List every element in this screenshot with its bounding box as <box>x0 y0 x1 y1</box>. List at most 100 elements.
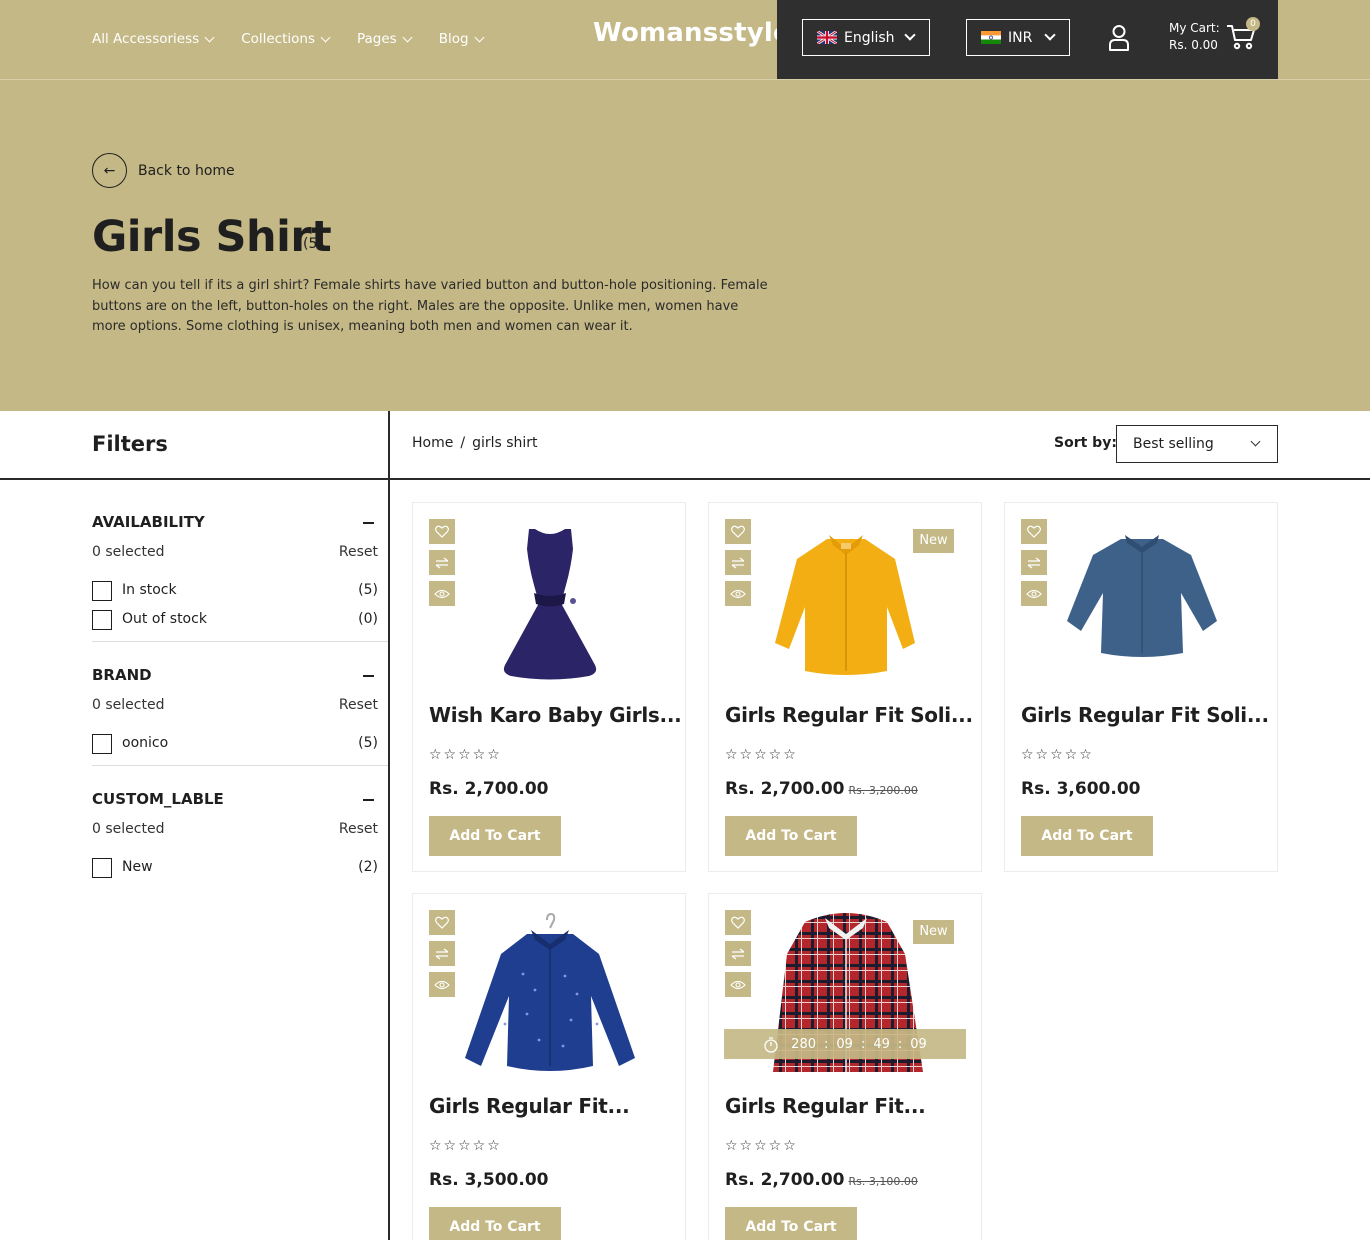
cart-label: My Cart: <box>1169 21 1220 35</box>
filter-reset-link[interactable]: Reset <box>339 821 378 837</box>
filter-option-new[interactable]: New (2) <box>92 858 378 878</box>
breadcrumb-home[interactable]: Home <box>412 435 453 451</box>
product-name[interactable]: Girls Regular Fit Soli... <box>725 703 973 727</box>
collapse-minus-icon[interactable] <box>363 675 374 677</box>
collapse-minus-icon[interactable] <box>363 799 374 801</box>
filter-group-availability: AVAILABILITY 0 selected Reset In stock (… <box>92 513 378 633</box>
checkbox[interactable] <box>92 858 112 878</box>
currency-label: INR <box>1008 29 1033 46</box>
eye-icon <box>730 589 746 598</box>
star-rating: ☆☆☆☆☆ <box>1021 747 1094 763</box>
compare-button[interactable] <box>429 941 455 966</box>
star-rating: ☆☆☆☆☆ <box>725 1138 798 1154</box>
collection-count: (5) <box>303 236 323 252</box>
countdown-separator: : <box>824 1036 829 1052</box>
nav-label: Blog <box>438 31 469 47</box>
star-rating: ☆☆☆☆☆ <box>429 747 502 763</box>
filter-selected-count: 0 selected <box>92 544 165 560</box>
checkbox[interactable] <box>92 734 112 754</box>
wishlist-button[interactable] <box>429 910 455 935</box>
nav-item-blog[interactable]: Blog <box>438 31 485 47</box>
product-card[interactable]: New 280:09:49:09 Girls Regular Fit... ☆☆… <box>708 893 982 1240</box>
countdown-seconds: 09 <box>910 1036 927 1052</box>
breadcrumb: Home / girls shirt <box>412 435 538 451</box>
chevron-down-icon <box>402 32 413 42</box>
product-card[interactable]: Girls Regular Fit Soli... ☆☆☆☆☆ Rs. 3,60… <box>1004 502 1278 872</box>
user-icon[interactable] <box>1107 24 1131 52</box>
filter-reset-link[interactable]: Reset <box>339 544 378 560</box>
product-card[interactable]: New Girls Regular Fit Soli... ☆☆☆☆☆ Rs. … <box>708 502 982 872</box>
add-to-cart-button[interactable]: Add To Cart <box>429 816 561 856</box>
current-price: Rs. 2,700.00 <box>429 779 549 799</box>
countdown-separator: : <box>860 1036 866 1052</box>
wishlist-button[interactable] <box>429 519 455 544</box>
currency-selector[interactable]: INR <box>966 19 1070 56</box>
back-to-home-link[interactable]: ← Back to home <box>92 153 235 188</box>
cart-count-badge: 0 <box>1246 17 1260 31</box>
nav-item-accessories[interactable]: All Accessoriess <box>92 31 215 47</box>
product-card[interactable]: Girls Regular Fit... ☆☆☆☆☆ Rs. 3,500.00 … <box>412 893 686 1240</box>
quickview-button[interactable] <box>429 581 455 606</box>
compare-button[interactable] <box>725 550 751 575</box>
product-name[interactable]: Girls Regular Fit... <box>429 1094 630 1118</box>
sidebar-divider <box>388 411 390 1240</box>
filter-option-count: (5) <box>358 735 378 751</box>
nav-label: All Accessoriess <box>92 31 200 47</box>
chevron-down-icon <box>204 32 215 42</box>
filter-group-title: BRAND <box>92 666 152 684</box>
wishlist-button[interactable] <box>725 519 751 544</box>
checkbox[interactable] <box>92 581 112 601</box>
eye-icon <box>434 980 450 989</box>
filter-group-custom-lable: CUSTOM_LABLE 0 selected Reset New (2) <box>92 790 378 880</box>
sort-value: Best selling <box>1133 436 1214 452</box>
current-price: Rs. 2,700.00 <box>725 1170 845 1190</box>
wishlist-button[interactable] <box>1021 519 1047 544</box>
filter-option-oonico[interactable]: oonico (5) <box>92 734 378 754</box>
product-price: Rs. 3,500.00 <box>429 1170 548 1190</box>
product-name[interactable]: Girls Regular Fit... <box>725 1094 926 1118</box>
product-price: Rs. 2,700.00 <box>429 779 548 799</box>
filter-group-title: CUSTOM_LABLE <box>92 790 224 808</box>
compare-at-price: Rs. 3,200.00 <box>848 784 918 797</box>
checkbox[interactable] <box>92 610 112 630</box>
chevron-down-icon <box>1250 436 1261 447</box>
filter-option-in-stock[interactable]: In stock (5) <box>92 581 378 601</box>
compare-arrows-icon <box>1027 557 1041 568</box>
filter-divider <box>92 641 388 642</box>
heart-icon <box>1027 525 1041 538</box>
nav-item-pages[interactable]: Pages <box>357 31 413 47</box>
new-badge: New <box>913 920 954 944</box>
quickview-button[interactable] <box>1021 581 1047 606</box>
product-name[interactable]: Wish Karo Baby Girls... <box>429 703 682 727</box>
nav-label: Pages <box>357 31 397 47</box>
filter-option-out-of-stock[interactable]: Out of stock (0) <box>92 610 378 630</box>
quickview-button[interactable] <box>429 972 455 997</box>
cart-summary[interactable]: My Cart: Rs. 0.00 <box>1169 20 1220 54</box>
site-logo[interactable]: Womansstyle <box>593 18 791 48</box>
quickview-button[interactable] <box>725 581 751 606</box>
add-to-cart-button[interactable]: Add To Cart <box>725 1207 857 1240</box>
language-selector[interactable]: English <box>802 19 930 56</box>
compare-arrows-icon <box>435 948 449 959</box>
compare-button[interactable] <box>725 941 751 966</box>
nav-item-collections[interactable]: Collections <box>241 31 331 47</box>
product-name[interactable]: Girls Regular Fit Soli... <box>1021 703 1269 727</box>
compare-button[interactable] <box>1021 550 1047 575</box>
add-to-cart-button[interactable]: Add To Cart <box>429 1207 561 1240</box>
filters-heading: Filters <box>92 432 168 456</box>
collection-hero: ← Back to home Girls Shirt (5) How can y… <box>0 80 1370 411</box>
stopwatch-icon <box>764 1036 778 1053</box>
filter-reset-link[interactable]: Reset <box>339 697 378 713</box>
sort-select[interactable]: Best selling <box>1116 425 1278 463</box>
add-to-cart-button[interactable]: Add To Cart <box>1021 816 1153 856</box>
wishlist-button[interactable] <box>725 910 751 935</box>
countdown-hours: 09 <box>836 1036 853 1052</box>
compare-button[interactable] <box>429 550 455 575</box>
toolbar-divider <box>0 478 1370 480</box>
quickview-button[interactable] <box>725 972 751 997</box>
product-card[interactable]: Wish Karo Baby Girls... ☆☆☆☆☆ Rs. 2,700.… <box>412 502 686 872</box>
add-to-cart-button[interactable]: Add To Cart <box>725 816 857 856</box>
sale-countdown: 280:09:49:09 <box>724 1029 966 1059</box>
collapse-minus-icon[interactable] <box>363 522 374 524</box>
filter-option-count: (0) <box>358 611 378 627</box>
